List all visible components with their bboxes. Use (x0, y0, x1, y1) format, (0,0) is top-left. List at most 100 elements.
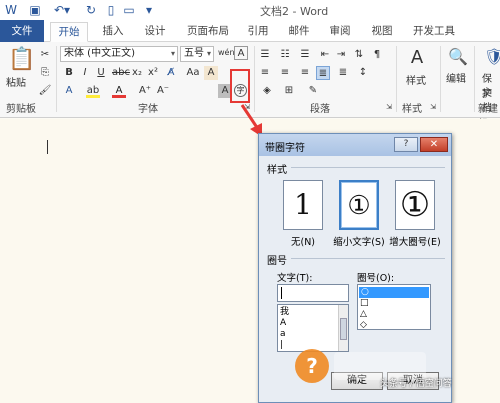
character-shading-icon[interactable]: A (204, 66, 218, 80)
list-item[interactable]: ◇ (360, 320, 367, 331)
chinese-layout-icon[interactable]: ✎ (306, 84, 320, 98)
highlight-color-icon[interactable]: ab (86, 84, 100, 98)
styles-group-label: 样式 (402, 104, 422, 115)
style-label-none[interactable]: 无(N) (273, 234, 333, 248)
redo-icon[interactable]: ↻ (84, 2, 98, 18)
font-color-icon[interactable]: A (112, 84, 126, 98)
text-effects-icon[interactable]: A (62, 84, 76, 98)
copy-icon[interactable]: ⎘ (38, 66, 52, 80)
phonetic-guide-icon[interactable]: wén (218, 46, 235, 60)
distributed-icon[interactable]: ≣ (336, 66, 350, 80)
dialog-title-bar: 带圈字符 ? ✕ (259, 134, 451, 156)
list-item[interactable]: □ (360, 298, 369, 309)
character-border-icon[interactable]: A (234, 46, 248, 60)
multilevel-list-icon[interactable]: ☰ (298, 48, 312, 62)
subscript-icon[interactable]: x₂ (130, 66, 144, 80)
tab-developer[interactable]: 开发工具 (408, 22, 460, 42)
close-button[interactable]: ✕ (420, 137, 448, 152)
new-document-icon[interactable]: ▯ (104, 2, 118, 18)
paste-button-label[interactable]: 粘贴 (6, 74, 26, 89)
font-group-label: 字体 (138, 104, 158, 115)
increase-indent-icon[interactable]: ⇥ (334, 48, 348, 62)
italic-icon[interactable]: I (78, 66, 92, 80)
clipboard-group-label: 剪贴板 (6, 104, 36, 115)
font-name-value: 宋体 (中文正文) (64, 48, 135, 59)
paste-icon[interactable]: 📋 (8, 46, 35, 74)
list-item[interactable]: 我 (280, 307, 289, 318)
justify-icon[interactable]: ≣ (316, 66, 330, 80)
styles-button-label[interactable]: 样式 (406, 72, 426, 87)
grow-font-icon[interactable]: A⁺ (138, 84, 152, 98)
circle-list[interactable]: ○ □ △ ◇ (357, 284, 431, 330)
format-painter-icon[interactable]: 🖌 (38, 84, 52, 98)
tab-insert[interactable]: 插入 (96, 22, 130, 42)
style-glyph: ① (347, 191, 371, 221)
list-item[interactable]: a (280, 329, 286, 340)
style-label-shrink[interactable]: 缩小文字(S) (329, 234, 389, 248)
divider (440, 46, 441, 112)
bold-icon[interactable]: B (62, 66, 76, 80)
shading-icon[interactable]: ◈ (260, 84, 274, 98)
open-icon[interactable]: ▭ (122, 2, 136, 18)
style-option-shrink-text[interactable]: ① (339, 180, 379, 230)
scroll-thumb[interactable] (340, 318, 347, 340)
circle-section-label: 圈号 (267, 256, 287, 267)
numbering-icon[interactable]: ☷ (278, 48, 292, 62)
watermark-text: 头条号 / 悟空问答 (380, 379, 452, 389)
styles-dialog-launcher-icon[interactable]: ⇲ (426, 100, 440, 114)
style-glyph: ① (399, 185, 431, 225)
bullets-icon[interactable]: ☰ (258, 48, 272, 62)
help-button[interactable]: ? (394, 137, 418, 152)
sort-icon[interactable]: ⇅ (352, 48, 366, 62)
circle-field-label: 圈号(O): (357, 273, 395, 284)
style-option-none[interactable]: 1 (283, 180, 323, 230)
decrease-indent-icon[interactable]: ⇤ (318, 48, 332, 62)
find-icon[interactable]: 🔍 (448, 46, 468, 68)
align-left-icon[interactable]: ≡ (258, 66, 272, 80)
input-caret (281, 287, 282, 299)
align-center-icon[interactable]: ≡ (278, 66, 292, 80)
underline-icon[interactable]: U (94, 66, 108, 80)
style-label-enlarge[interactable]: 增大圈号(E) (385, 234, 445, 248)
list-item[interactable]: △ (360, 309, 367, 320)
editing-button-label[interactable]: 编辑 (446, 70, 466, 85)
style-option-enlarge-symbol[interactable]: ① (395, 180, 435, 230)
ribbon-tabs: 文件 开始 插入 设计 页面布局 引用 邮件 审阅 视图 开发工具 (0, 20, 500, 42)
dialog-title: 带圈字符 (265, 143, 305, 154)
word-logo-icon: W (5, 3, 17, 17)
clear-formatting-icon[interactable]: A̸ (164, 66, 178, 80)
undo-icon[interactable]: ↶▾ (52, 2, 72, 18)
customize-qat-icon[interactable]: ▾ (142, 2, 156, 18)
superscript-icon[interactable]: x² (146, 66, 160, 80)
list-item[interactable]: | (280, 340, 283, 351)
tab-view[interactable]: 视图 (366, 22, 398, 42)
tab-page-layout[interactable]: 页面布局 (182, 22, 234, 42)
text-input[interactable] (277, 284, 349, 302)
styles-icon[interactable]: A (404, 46, 430, 70)
align-right-icon[interactable]: ≡ (298, 66, 312, 80)
line-spacing-icon[interactable]: ↕ (356, 66, 370, 80)
paragraph-dialog-launcher-icon[interactable]: ⇲ (382, 100, 396, 114)
list-item[interactable]: A (280, 318, 286, 329)
shrink-font-icon[interactable]: A⁻ (156, 84, 170, 98)
text-cursor (47, 140, 48, 154)
tab-design[interactable]: 设计 (138, 22, 172, 42)
font-size-select[interactable]: 五号 ▾ (180, 46, 214, 62)
divider (291, 167, 445, 168)
change-case-icon[interactable]: Aa (186, 66, 200, 80)
text-field-label: 文字(T): (277, 273, 313, 284)
strikethrough-icon[interactable]: abc (112, 66, 130, 80)
tab-references[interactable]: 引用 (242, 22, 274, 42)
list-item[interactable]: ○ (359, 287, 429, 298)
tab-review[interactable]: 审阅 (324, 22, 356, 42)
cut-icon[interactable]: ✂ (38, 48, 52, 62)
font-name-select[interactable]: 宋体 (中文正文) ▾ (60, 46, 178, 62)
borders-icon[interactable]: ⊞ (282, 84, 296, 98)
svg-text:?: ? (306, 354, 318, 378)
save-icon[interactable]: ▣ (28, 2, 42, 18)
protect-document-icon[interactable]: 🛡 (484, 46, 500, 68)
tab-mailings[interactable]: 邮件 (284, 22, 314, 42)
tab-file[interactable]: 文件 (0, 20, 44, 42)
tab-home[interactable]: 开始 (50, 22, 88, 42)
show-marks-icon[interactable]: ¶ (370, 48, 384, 62)
